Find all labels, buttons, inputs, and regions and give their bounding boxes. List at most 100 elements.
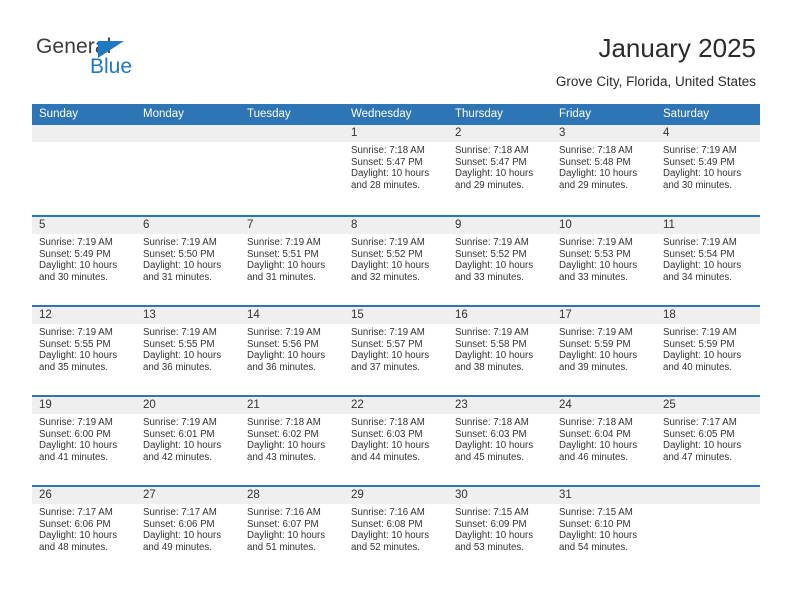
calendar-day-cell[interactable]: 4 Sunrise: 7:19 AM Sunset: 5:49 PM Daylight… [656, 125, 760, 213]
calendar-day-cell[interactable]: 14 Sunrise: 7:19 AM Sunset: 5:56 PM Dayligh… [240, 307, 344, 395]
daylight-text-line2: and 35 minutes. [39, 361, 108, 373]
day-details: Sunrise: 7:19 AM Sunset: 5:51 PM Daylight:… [240, 234, 344, 283]
day-details: Sunrise: 7:18 AM Sunset: 5:47 PM Daylight:… [448, 142, 552, 191]
sunrise-text: Sunrise: 7:18 AM [455, 417, 529, 428]
weekday-header-saturday: Saturday [663, 108, 710, 120]
brand-name-blue: Blue [90, 55, 133, 78]
sunrise-text: Sunrise: 7:15 AM [455, 507, 529, 518]
day-details: Sunrise: 7:19 AM Sunset: 5:52 PM Daylight:… [448, 234, 552, 283]
daylight-text-line1: Daylight: 10 hours [39, 350, 118, 362]
calendar-week-row: 19 Sunrise: 7:19 AM Sunset: 6:00 PM Dayligh… [32, 395, 760, 485]
daylight-text-line2: and 30 minutes. [663, 179, 732, 191]
sunrise-text: Sunrise: 7:18 AM [351, 145, 425, 156]
daylight-text-line2: and 29 minutes. [559, 179, 628, 191]
calendar-day-cell[interactable]: 23 Sunrise: 7:18 AM Sunset: 6:03 PM Dayligh… [448, 397, 552, 485]
calendar-day-cell[interactable]: 21 Sunrise: 7:18 AM Sunset: 6:02 PM Dayligh… [240, 397, 344, 485]
calendar-day-cell[interactable]: 13 Sunrise: 7:19 AM Sunset: 5:55 PM Dayligh… [136, 307, 240, 395]
day-details: Sunrise: 7:17 AM Sunset: 6:06 PM Daylight:… [32, 504, 136, 553]
sunset-text: Sunset: 6:06 PM [39, 518, 111, 530]
daylight-text-line1: Daylight: 10 hours [39, 530, 118, 542]
sunset-text: Sunset: 5:52 PM [351, 248, 423, 260]
calendar-day-cell[interactable]: 30 Sunrise: 7:15 AM Sunset: 6:09 PM Dayligh… [448, 487, 552, 575]
day-number: 9 [448, 217, 552, 234]
calendar-day-cell[interactable]: 25 Sunrise: 7:17 AM Sunset: 6:05 PM Dayligh… [656, 397, 760, 485]
calendar-day-cell[interactable]: 20 Sunrise: 7:19 AM Sunset: 6:01 PM Dayligh… [136, 397, 240, 485]
day-number: 16 [448, 307, 552, 324]
daylight-text-line1: Daylight: 10 hours [247, 350, 326, 362]
day-details: Sunrise: 7:18 AM Sunset: 5:48 PM Daylight:… [552, 142, 656, 191]
day-number: 26 [32, 487, 136, 504]
calendar-day-cell[interactable]: 22 Sunrise: 7:18 AM Sunset: 6:03 PM Dayligh… [344, 397, 448, 485]
calendar-day-cell[interactable]: 6 Sunrise: 7:19 AM Sunset: 5:50 PM Daylight… [136, 217, 240, 305]
daylight-text-line2: and 31 minutes. [247, 271, 316, 283]
day-number: 12 [32, 307, 136, 324]
calendar-day-cell[interactable]: 3 Sunrise: 7:18 AM Sunset: 5:48 PM Daylight… [552, 125, 656, 213]
weekday-header-wednesday: Wednesday [351, 108, 412, 120]
daylight-text-line1: Daylight: 10 hours [663, 168, 742, 180]
calendar-day-cell[interactable]: 10 Sunrise: 7:19 AM Sunset: 5:53 PM Dayligh… [552, 217, 656, 305]
calendar-day-cell[interactable]: 5 Sunrise: 7:19 AM Sunset: 5:49 PM Daylight… [32, 217, 136, 305]
day-details: Sunrise: 7:16 AM Sunset: 6:08 PM Daylight:… [344, 504, 448, 553]
sunset-text: Sunset: 5:53 PM [559, 248, 631, 260]
daylight-text-line2: and 49 minutes. [143, 541, 212, 553]
day-number: 24 [552, 397, 656, 414]
daylight-text-line1: Daylight: 10 hours [351, 260, 430, 272]
page-title: January 2025 [598, 33, 756, 63]
day-details: Sunrise: 7:18 AM Sunset: 6:03 PM Daylight:… [448, 414, 552, 463]
daylight-text-line1: Daylight: 10 hours [351, 530, 430, 542]
daylight-text-line2: and 44 minutes. [351, 451, 420, 463]
day-details: Sunrise: 7:15 AM Sunset: 6:09 PM Daylight:… [448, 504, 552, 553]
daylight-text-line2: and 34 minutes. [663, 271, 732, 283]
sunset-text: Sunset: 5:55 PM [39, 338, 111, 350]
calendar-day-cell[interactable]: 19 Sunrise: 7:19 AM Sunset: 6:00 PM Dayligh… [32, 397, 136, 485]
brand-logo[interactable]: General Blue [36, 36, 236, 84]
day-number: 23 [448, 397, 552, 414]
calendar-day-cell[interactable]: 12 Sunrise: 7:19 AM Sunset: 5:55 PM Dayligh… [32, 307, 136, 395]
calendar-day-cell[interactable]: 17 Sunrise: 7:19 AM Sunset: 5:59 PM Dayligh… [552, 307, 656, 395]
calendar-day-cell[interactable]: 2 Sunrise: 7:18 AM Sunset: 5:47 PM Daylight… [448, 125, 552, 213]
day-number: 25 [656, 397, 760, 414]
sunrise-text: Sunrise: 7:19 AM [247, 237, 321, 248]
daylight-text-line2: and 42 minutes. [143, 451, 212, 463]
calendar-day-cell[interactable]: 8 Sunrise: 7:19 AM Sunset: 5:52 PM Daylight… [344, 217, 448, 305]
calendar-day-cell[interactable]: 1 Sunrise: 7:18 AM Sunset: 5:47 PM Daylight… [344, 125, 448, 213]
sunrise-text: Sunrise: 7:17 AM [143, 507, 217, 518]
calendar-week-row: 5 Sunrise: 7:19 AM Sunset: 5:49 PM Daylight… [32, 215, 760, 305]
calendar-day-cell[interactable]: 28 Sunrise: 7:16 AM Sunset: 6:07 PM Dayligh… [240, 487, 344, 575]
sunset-text: Sunset: 5:51 PM [247, 248, 319, 260]
day-number [656, 487, 760, 504]
calendar-day-cell[interactable]: 18 Sunrise: 7:19 AM Sunset: 5:59 PM Dayligh… [656, 307, 760, 395]
day-number: 15 [344, 307, 448, 324]
calendar-day-cell[interactable]: 24 Sunrise: 7:18 AM Sunset: 6:04 PM Dayligh… [552, 397, 656, 485]
sunset-text: Sunset: 5:59 PM [559, 338, 631, 350]
sunrise-text: Sunrise: 7:19 AM [247, 327, 321, 338]
calendar-day-cell[interactable]: 27 Sunrise: 7:17 AM Sunset: 6:06 PM Dayligh… [136, 487, 240, 575]
day-details: Sunrise: 7:18 AM Sunset: 6:04 PM Daylight:… [552, 414, 656, 463]
daylight-text-line1: Daylight: 10 hours [143, 530, 222, 542]
calendar-day-cell[interactable]: 9 Sunrise: 7:19 AM Sunset: 5:52 PM Daylight… [448, 217, 552, 305]
day-number: 8 [344, 217, 448, 234]
calendar-day-cell[interactable]: 11 Sunrise: 7:19 AM Sunset: 5:54 PM Dayligh… [656, 217, 760, 305]
sunrise-text: Sunrise: 7:19 AM [143, 237, 217, 248]
day-details: Sunrise: 7:19 AM Sunset: 5:50 PM Daylight:… [136, 234, 240, 283]
calendar-day-cell[interactable]: 16 Sunrise: 7:19 AM Sunset: 5:58 PM Dayligh… [448, 307, 552, 395]
daylight-text-line1: Daylight: 10 hours [455, 260, 534, 272]
calendar-day-cell[interactable]: 31 Sunrise: 7:15 AM Sunset: 6:10 PM Dayligh… [552, 487, 656, 575]
daylight-text-line2: and 48 minutes. [39, 541, 108, 553]
day-number: 7 [240, 217, 344, 234]
calendar-day-cell[interactable]: 7 Sunrise: 7:19 AM Sunset: 5:51 PM Daylight… [240, 217, 344, 305]
day-details: Sunrise: 7:17 AM Sunset: 6:06 PM Daylight:… [136, 504, 240, 553]
sunset-text: Sunset: 6:09 PM [455, 518, 527, 530]
daylight-text-line2: and 51 minutes. [247, 541, 316, 553]
day-number: 20 [136, 397, 240, 414]
calendar-day-cell[interactable]: 29 Sunrise: 7:16 AM Sunset: 6:08 PM Dayligh… [344, 487, 448, 575]
day-details: Sunrise: 7:17 AM Sunset: 6:05 PM Daylight:… [656, 414, 760, 463]
sunset-text: Sunset: 6:04 PM [559, 428, 631, 440]
daylight-text-line1: Daylight: 10 hours [559, 168, 638, 180]
day-number: 2 [448, 125, 552, 142]
calendar-day-cell[interactable]: 26 Sunrise: 7:17 AM Sunset: 6:06 PM Dayligh… [32, 487, 136, 575]
day-number: 22 [344, 397, 448, 414]
page-header: General Blue January 2025 Grove City, Fl… [0, 0, 792, 104]
calendar-day-cell[interactable]: 15 Sunrise: 7:19 AM Sunset: 5:57 PM Dayligh… [344, 307, 448, 395]
day-details: Sunrise: 7:16 AM Sunset: 6:07 PM Daylight:… [240, 504, 344, 553]
